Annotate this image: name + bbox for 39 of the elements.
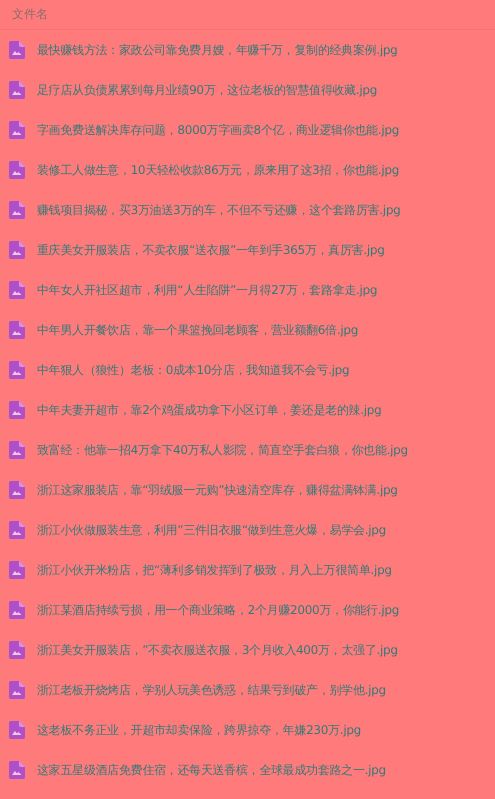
file-name[interactable]: 中年男人开餐饮店，靠一个果篮挽回老顾客，营业额翻6倍.jpg: [37, 322, 358, 338]
file-name[interactable]: 中年狠人（狼性）老板：0成本10分店，我知道我不会亏.jpg: [37, 362, 350, 378]
image-file-icon: [9, 601, 25, 619]
file-name[interactable]: 中年女人开社区超市，利用“人生陷阱”一月得27万，套路拿走.jpg: [37, 282, 378, 298]
image-file-icon: [9, 681, 25, 699]
image-file-icon: [9, 401, 25, 419]
image-file-icon: [9, 481, 25, 499]
image-file-icon: [9, 281, 25, 299]
file-name[interactable]: 赚钱项目揭秘，买3万油送3万的车，不但不亏还赚，这个套路厉害.jpg: [37, 202, 400, 218]
image-file-icon: [9, 41, 25, 59]
file-name[interactable]: 中年夫妻开超市，靠2个鸡蛋成功拿下小区订单，姜还是老的辣.jpg: [37, 402, 382, 418]
file-name[interactable]: 浙江美女开服装店，”不卖衣服送衣服，3个月收入400万，太强了.jpg: [37, 642, 398, 658]
image-file-icon: [9, 521, 25, 539]
image-file-icon: [9, 321, 25, 339]
file-name[interactable]: 字画免费送解决库存问题，8000万字画卖8个亿，商业逻辑你也能.jpg: [37, 122, 400, 138]
image-file-icon: [9, 361, 25, 379]
file-name[interactable]: 致富经：他靠一招4万拿下40万私人影院，简直空手套白狼，你也能.jpg: [37, 442, 408, 458]
file-name[interactable]: 重庆美女开服装店，不卖衣服“送衣服”一年到手365万，真厉害.jpg: [37, 242, 385, 258]
file-name[interactable]: 浙江老板开烧烤店，学别人玩美色诱惑，结果亏到破产，别学他.jpg: [37, 682, 386, 698]
file-name[interactable]: 最快赚钱方法：家政公司靠免费月嫂，年赚千万，复制的经典案例.jpg: [37, 42, 398, 58]
image-file-icon: [9, 721, 25, 739]
image-file-icon: [9, 241, 25, 259]
file-name[interactable]: 这家五星级酒店免费住宿，还每天送香槟，全球最成功套路之一.jpg: [37, 762, 386, 778]
image-file-icon: [9, 641, 25, 659]
column-header[interactable]: 文件名: [12, 6, 48, 23]
file-name[interactable]: 浙江小伙做服装生意，利用”三件旧衣服“做到生意火爆，易学会.jpg: [37, 522, 386, 538]
file-name[interactable]: 足疗店从负债累累到每月业绩90万，这位老板的智慧值得收藏.jpg: [37, 82, 378, 98]
file-name[interactable]: 浙江这家服装店，靠“羽绒服一元购”快速清空库存，赚得盆满钵满.jpg: [37, 482, 398, 498]
image-file-icon: [9, 561, 25, 579]
image-file-icon: [9, 121, 25, 139]
file-name[interactable]: 这老板不务正业，开超市却卖保险，跨界掠夺，年嫌230万.jpg: [37, 722, 361, 738]
file-name[interactable]: 浙江某酒店持续亏损，用一个商业策略，2个月赚2000万，你能行.jpg: [37, 602, 400, 618]
image-file-icon: [9, 441, 25, 459]
file-name[interactable]: 浙江小伙开米粉店，把“薄利多销发挥到了极致，月入上万很简单.jpg: [37, 562, 392, 578]
image-file-icon: [9, 761, 25, 779]
file-name[interactable]: 装修工人做生意，10天轻松收款86万元，原来用了这3招，你也能.jpg: [37, 162, 400, 178]
image-file-icon: [9, 161, 25, 179]
image-file-icon: [9, 81, 25, 99]
image-file-icon: [9, 201, 25, 219]
